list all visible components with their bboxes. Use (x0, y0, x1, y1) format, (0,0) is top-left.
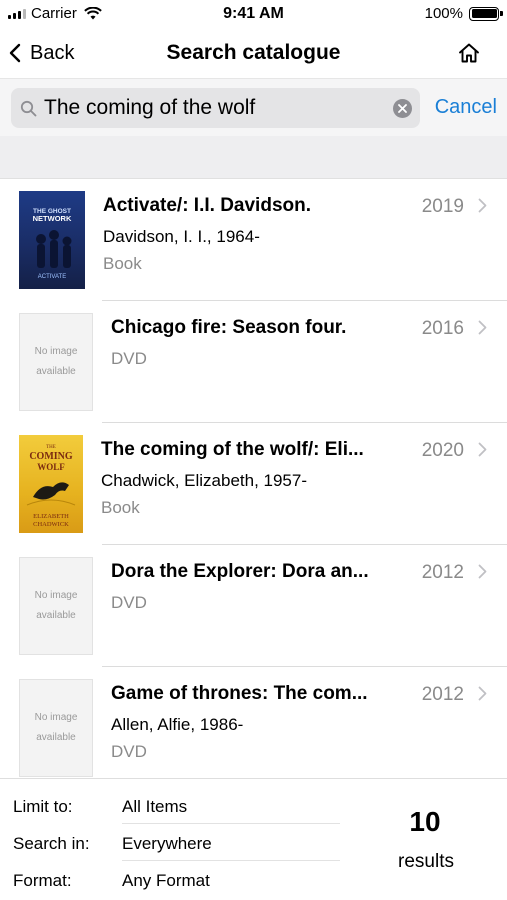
result-title: The coming of the wolf/: Eli... (101, 439, 364, 460)
placeholder-text: No image (34, 590, 78, 601)
chevron-right-icon (478, 198, 487, 213)
filter-search-in[interactable]: Search in: Everywhere (0, 824, 340, 861)
placeholder-text: available (36, 610, 76, 621)
filter-value: Any Format (122, 871, 210, 890)
filter-value: Everywhere (122, 834, 212, 853)
book-cover-image: THE COMING WOLF ELIZABETH CHADWICK (19, 435, 83, 533)
search-field[interactable] (11, 88, 420, 128)
svg-text:THE: THE (46, 445, 56, 450)
result-year: 2019 (421, 196, 464, 217)
svg-text:WOLF: WOLF (37, 462, 65, 472)
filter-label: Search in: (13, 834, 90, 853)
result-format: DVD (111, 349, 147, 368)
chevron-right-icon (478, 686, 487, 701)
result-format: Book (103, 254, 142, 273)
result-list[interactable]: THE GHOST NETWORK ACTIVATE Activate/: I.… (0, 179, 507, 778)
search-bar: Cancel (0, 78, 507, 136)
placeholder-text: No image (34, 712, 78, 723)
result-title: Chicago fire: Season four. (111, 317, 347, 338)
no-image-placeholder: No image available (19, 557, 93, 655)
no-image-placeholder: No image available (19, 313, 93, 411)
filter-label: Limit to: (13, 797, 73, 816)
result-title: Game of thrones: The com... (111, 683, 368, 704)
result-format: DVD (111, 742, 147, 761)
battery-icon (469, 6, 503, 21)
filter-format[interactable]: Format: Any Format (0, 861, 340, 898)
battery-percent: 100% (424, 5, 463, 22)
result-row[interactable]: No image available Chicago fire: Season … (0, 301, 507, 423)
home-icon[interactable] (457, 41, 481, 65)
placeholder-text: available (36, 732, 76, 743)
result-year: 2016 (421, 318, 464, 339)
result-title: Dora the Explorer: Dora an... (111, 561, 369, 582)
result-year: 2012 (421, 684, 464, 705)
result-row[interactable]: THE GHOST NETWORK ACTIVATE Activate/: I.… (0, 179, 507, 301)
back-button[interactable]: Back (8, 38, 74, 68)
search-input[interactable] (44, 88, 384, 128)
no-image-placeholder: No image available (19, 679, 93, 777)
svg-text:CHADWICK: CHADWICK (33, 521, 69, 528)
chevron-left-icon (9, 43, 21, 63)
close-icon (398, 104, 407, 113)
result-row[interactable]: No image available Dora the Explorer: Do… (0, 545, 507, 667)
filter-label: Format: (13, 871, 72, 890)
filter-limit-to[interactable]: Limit to: All Items (0, 787, 340, 824)
svg-text:NETWORK: NETWORK (33, 214, 72, 223)
result-author: Chadwick, Elizabeth, 1957- (101, 471, 308, 490)
placeholder-text: No image (34, 346, 78, 357)
search-filters-footer: Limit to: All Items Search in: Everywher… (0, 778, 507, 900)
status-bar: Carrier 9:41 AM 100% (0, 0, 507, 30)
status-right: 100% (424, 5, 503, 22)
navigation-bar: Back Search catalogue (0, 30, 507, 78)
chevron-right-icon (478, 564, 487, 579)
chevron-right-icon (478, 442, 487, 457)
svg-text:ELIZABETH: ELIZABETH (33, 513, 69, 520)
result-author: Davidson, I. I., 1964- (103, 227, 260, 246)
result-author: Allen, Alfie, 1986- (111, 715, 244, 734)
filter-value: All Items (122, 797, 188, 816)
result-title: Activate/: I.I. Davidson. (103, 195, 311, 216)
result-count-label: results (398, 851, 454, 872)
result-row[interactable]: THE COMING WOLF ELIZABETH CHADWICK The c… (0, 423, 507, 545)
result-year: 2020 (421, 440, 464, 461)
svg-text:COMING: COMING (29, 451, 73, 462)
search-icon (20, 100, 37, 117)
result-year: 2012 (421, 562, 464, 583)
placeholder-text: available (36, 366, 76, 377)
result-format: DVD (111, 593, 147, 612)
result-count: 10 (409, 806, 441, 837)
chevron-right-icon (478, 320, 487, 335)
svg-text:ACTIVATE: ACTIVATE (38, 274, 66, 280)
result-format: Book (101, 498, 140, 517)
back-label: Back (30, 41, 75, 64)
cancel-button[interactable]: Cancel (435, 96, 497, 119)
section-spacer (0, 136, 507, 179)
book-cover-image: THE GHOST NETWORK ACTIVATE (19, 191, 85, 289)
page-title: Search catalogue (166, 41, 341, 64)
result-row[interactable]: No image available Game of thrones: The … (0, 667, 507, 778)
clear-search-button[interactable] (393, 99, 412, 118)
